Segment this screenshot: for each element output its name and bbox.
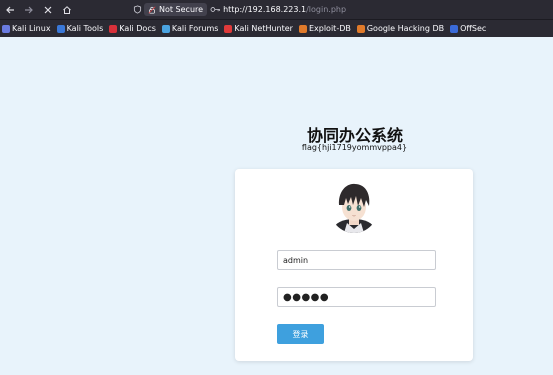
bookmark-label: Kali Linux <box>12 24 51 33</box>
kali-forums-icon <box>161 24 170 33</box>
back-button[interactable] <box>0 0 19 19</box>
login-card: ●●●●● 登录 <box>235 169 473 361</box>
bookmark-label: Kali Forums <box>171 24 219 33</box>
bookmark-kali-linux[interactable]: Kali Linux <box>2 24 51 33</box>
username-input[interactable] <box>277 250 436 270</box>
key-icon[interactable] <box>207 6 223 13</box>
password-input[interactable]: ●●●●● <box>277 287 436 307</box>
back-arrow-icon <box>5 6 14 13</box>
offsec-icon <box>450 24 459 33</box>
ghdb-icon <box>356 24 365 33</box>
flag-text: flag{hji1719yommvppa4} <box>301 143 408 152</box>
url-path: /login.php <box>306 5 347 14</box>
login-button[interactable]: 登录 <box>277 324 324 344</box>
browser-toolbar: Not Secure http://192.168.223.1/login.ph… <box>0 0 553 19</box>
bookmark-kali-forums[interactable]: Kali Forums <box>161 24 219 33</box>
unlocked-lock-icon <box>148 6 156 14</box>
bookmark-kali-nethunter[interactable]: Kali NetHunter <box>224 24 293 33</box>
bookmark-label: Kali Tools <box>66 24 104 33</box>
tracking-protection-icon[interactable] <box>130 5 144 14</box>
home-button[interactable] <box>57 0 76 19</box>
kali-docs-icon <box>109 24 118 33</box>
exploit-db-icon <box>298 24 307 33</box>
stop-button[interactable] <box>38 0 57 19</box>
bookmark-label: OffSec <box>460 24 487 33</box>
bookmark-google-hacking-db[interactable]: Google Hacking DB <box>356 24 445 33</box>
forward-button[interactable] <box>19 0 38 19</box>
bookmark-label: Kali NetHunter <box>234 24 293 33</box>
avatar <box>329 179 379 233</box>
not-secure-label: Not Secure <box>159 5 204 14</box>
bookmark-label: Google Hacking DB <box>366 24 445 33</box>
bookmark-label: Kali Docs <box>119 24 156 33</box>
home-icon <box>62 5 71 14</box>
anime-avatar-image <box>329 179 379 233</box>
site-security-indicator[interactable]: Not Secure <box>144 3 208 16</box>
bookmark-label: Exploit-DB <box>308 24 351 33</box>
close-icon <box>44 6 51 13</box>
bookmark-offsec[interactable]: OffSec <box>450 24 486 33</box>
kali-icon <box>2 24 10 33</box>
url-bar[interactable]: Not Secure http://192.168.223.1/login.ph… <box>130 2 553 17</box>
bookmark-kali-tools[interactable]: Kali Tools <box>56 24 104 33</box>
nethunter-icon <box>224 24 233 33</box>
bookmark-exploit-db[interactable]: Exploit-DB <box>298 24 351 33</box>
kali-tools-icon <box>56 24 65 33</box>
forward-arrow-icon <box>24 6 33 13</box>
url-host: http://192.168.223.1 <box>223 5 307 14</box>
url-text[interactable]: http://192.168.223.1/login.php <box>223 5 346 14</box>
bookmarks-toolbar: Kali Linux Kali Tools Kali Docs Kali For… <box>0 19 553 37</box>
bookmark-kali-docs[interactable]: Kali Docs <box>109 24 156 33</box>
